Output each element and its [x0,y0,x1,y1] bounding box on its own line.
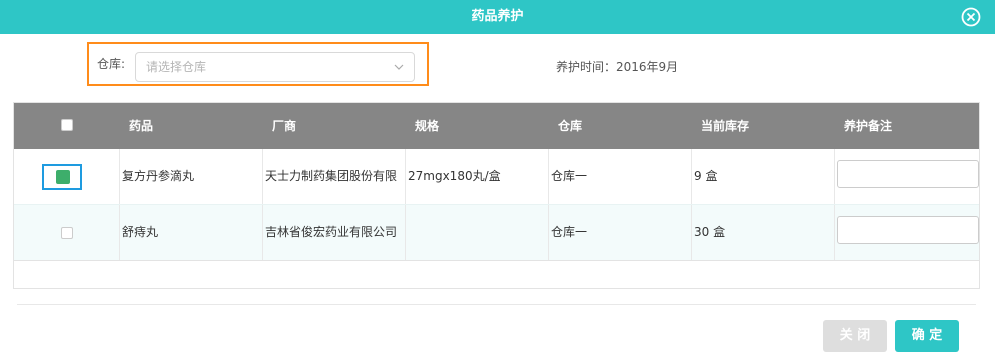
circle-close-icon[interactable] [961,7,981,27]
maker: 天士力制药集团股份有限 [263,149,406,204]
maker: 吉林省俊宏药业有限公司 [263,205,406,260]
chevron-down-icon [394,64,404,70]
row-checkbox[interactable] [56,170,70,199]
note-input[interactable] [837,216,979,244]
confirm-button[interactable]: 确 定 [895,320,959,352]
spec: 27mgx180丸/盒 [406,149,549,204]
dialog-title: 药品养护 [471,9,524,24]
stock: 9 盒 [692,149,835,204]
stock: 30 盒 [692,205,835,260]
header-warehouse: 仓库 [558,119,583,133]
header-stock: 当前库存 [701,119,750,133]
warehouse-select[interactable]: 请选择仓库 [135,52,415,82]
checkmark-icon [58,190,68,199]
checkbox-cell [14,205,120,260]
warehouse-placeholder: 请选择仓库 [146,60,207,74]
table-row: 复方丹参滴丸 天士力制药集团股份有限 27mgx180丸/盒 仓库一 9 盒 [14,149,979,205]
warehouse: 仓库一 [549,149,692,204]
drug-name: 复方丹参滴丸 [120,149,263,204]
spec [406,205,549,260]
footer-divider [17,304,976,305]
header-drug: 药品 [129,119,154,133]
header-note: 养护备注 [844,119,893,133]
note-input[interactable] [837,160,979,188]
drug-name: 舒痔丸 [120,205,263,260]
dialog-titlebar: 药品养护 [0,0,995,34]
table-row: 舒痔丸 吉林省俊宏药业有限公司 仓库一 30 盒 [14,205,979,261]
warehouse-label: 仓库: [97,57,126,71]
header-spec: 规格 [415,119,440,133]
checkbox-cell [14,149,120,204]
select-all-checkbox[interactable] [61,119,73,131]
maintenance-time: 养护时间：2016年9月 [556,60,679,74]
row-checkbox[interactable] [61,227,73,239]
drug-table: 药品 厂商 规格 仓库 当前库存 养护备注 复方丹参滴丸 天士力制药集团股份有限… [13,102,980,289]
warehouse-filter: 仓库: 请选择仓库 [87,42,429,86]
row-checkbox-highlight [42,164,82,199]
header-maker: 厂商 [272,119,297,133]
close-button[interactable]: 关 闭 [823,320,887,352]
table-header: 药品 厂商 规格 仓库 当前库存 养护备注 [14,103,979,149]
warehouse: 仓库一 [549,205,692,260]
